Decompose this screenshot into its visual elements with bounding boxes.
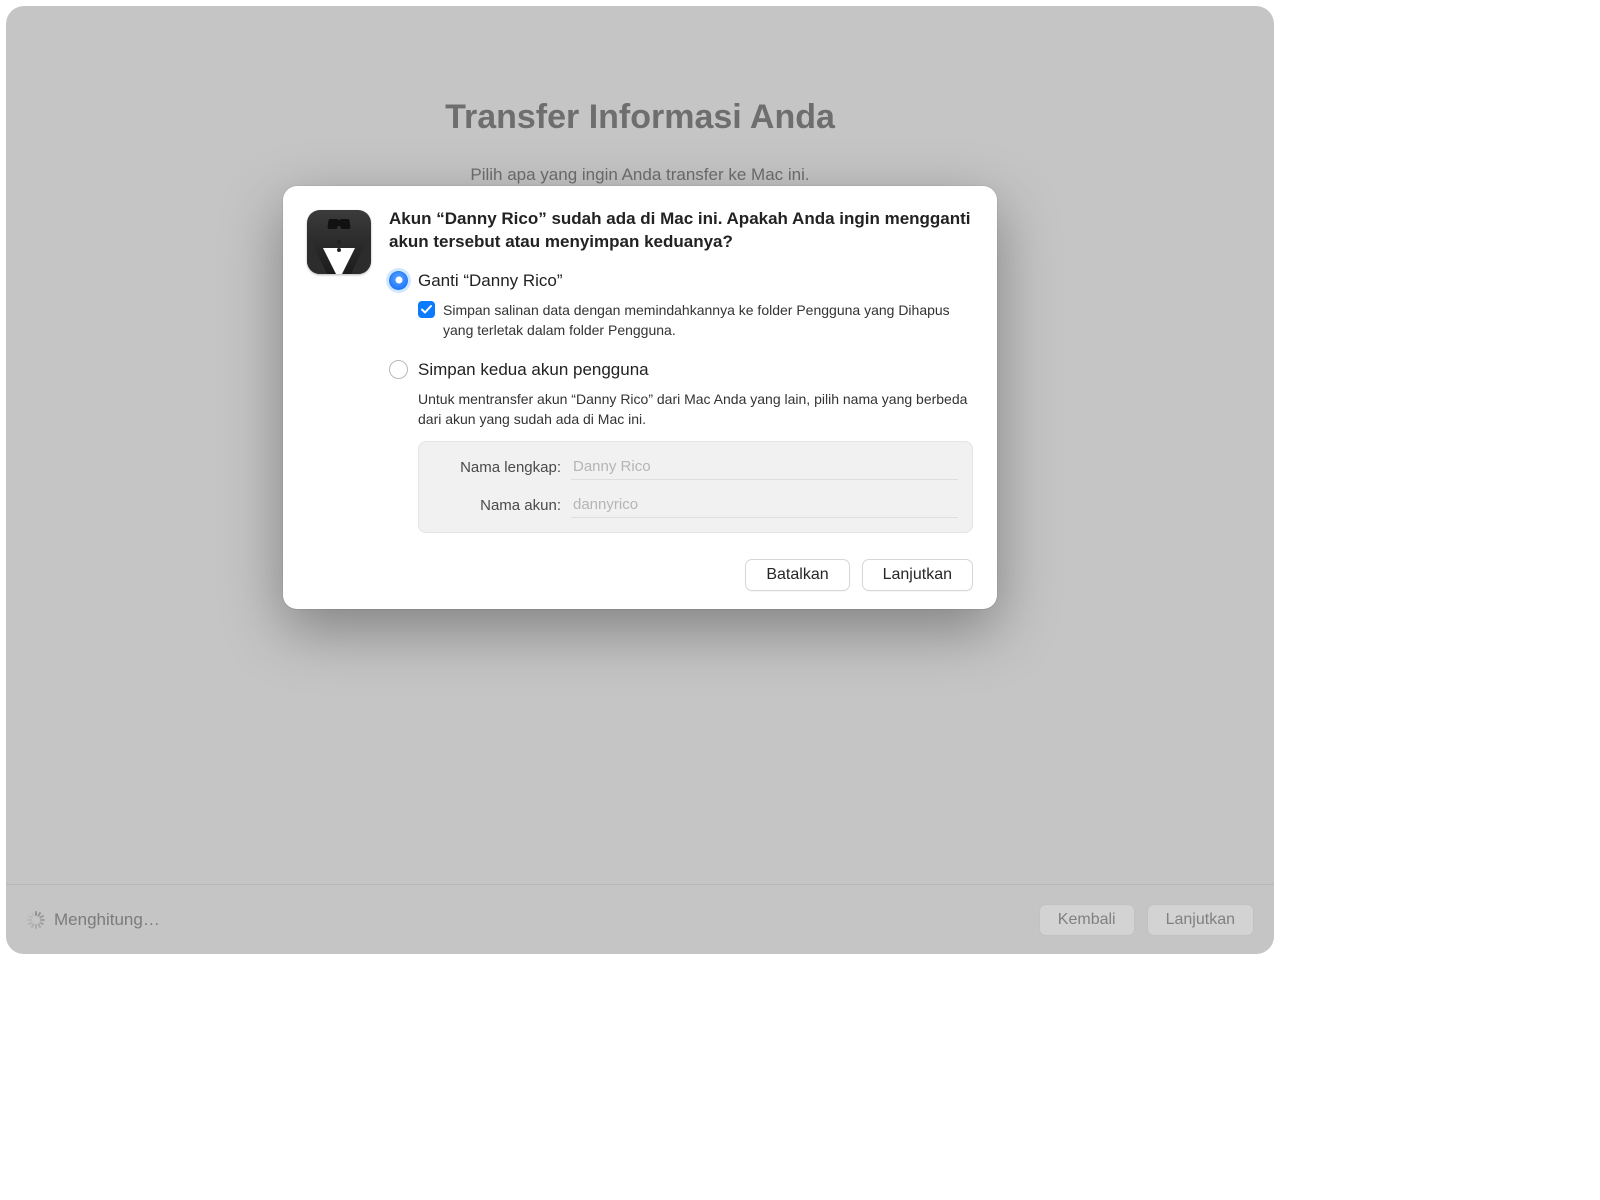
footer-status: Menghitung… bbox=[54, 910, 160, 930]
option-replace-label: Ganti “Danny Rico” bbox=[418, 270, 563, 292]
account-name-field[interactable] bbox=[571, 492, 958, 518]
continue-button[interactable]: Lanjutkan bbox=[862, 559, 973, 591]
setup-assistant-window: Transfer Informasi Anda Pilih apa yang i… bbox=[6, 6, 1274, 954]
save-copy-label: Simpan salinan data dengan memindahkanny… bbox=[443, 300, 973, 341]
page-subtitle: Pilih apa yang ingin Anda transfer ke Ma… bbox=[6, 165, 1274, 185]
page-title: Transfer Informasi Anda bbox=[6, 6, 1274, 137]
save-copy-row[interactable]: Simpan salinan data dengan memindahkanny… bbox=[418, 300, 973, 341]
spinner-icon bbox=[26, 911, 44, 929]
footer-bar: Menghitung… Kembali Lanjutkan bbox=[6, 884, 1274, 954]
back-button[interactable]: Kembali bbox=[1039, 904, 1135, 936]
account-name-label: Nama akun: bbox=[433, 497, 561, 514]
cancel-button[interactable]: Batalkan bbox=[745, 559, 849, 591]
tuxedo-icon bbox=[307, 210, 371, 274]
rename-fields: Nama lengkap: Nama akun: bbox=[418, 441, 973, 533]
radio-keep-both[interactable] bbox=[389, 360, 408, 379]
checkbox-save-copy[interactable] bbox=[418, 301, 435, 318]
option-keep-both-label: Simpan kedua akun pengguna bbox=[418, 359, 649, 381]
option-keep-both[interactable]: Simpan kedua akun pengguna bbox=[389, 359, 973, 381]
dialog-heading: Akun “Danny Rico” sudah ada di Mac ini. … bbox=[389, 208, 973, 254]
full-name-field[interactable] bbox=[571, 454, 958, 480]
full-name-label: Nama lengkap: bbox=[433, 459, 561, 476]
option-replace[interactable]: Ganti “Danny Rico” bbox=[389, 270, 973, 292]
account-conflict-dialog: Akun “Danny Rico” sudah ada di Mac ini. … bbox=[283, 186, 997, 609]
radio-replace[interactable] bbox=[389, 271, 408, 290]
keep-both-description: Untuk mentransfer akun “Danny Rico” dari… bbox=[418, 389, 973, 430]
footer-continue-button[interactable]: Lanjutkan bbox=[1147, 904, 1254, 936]
